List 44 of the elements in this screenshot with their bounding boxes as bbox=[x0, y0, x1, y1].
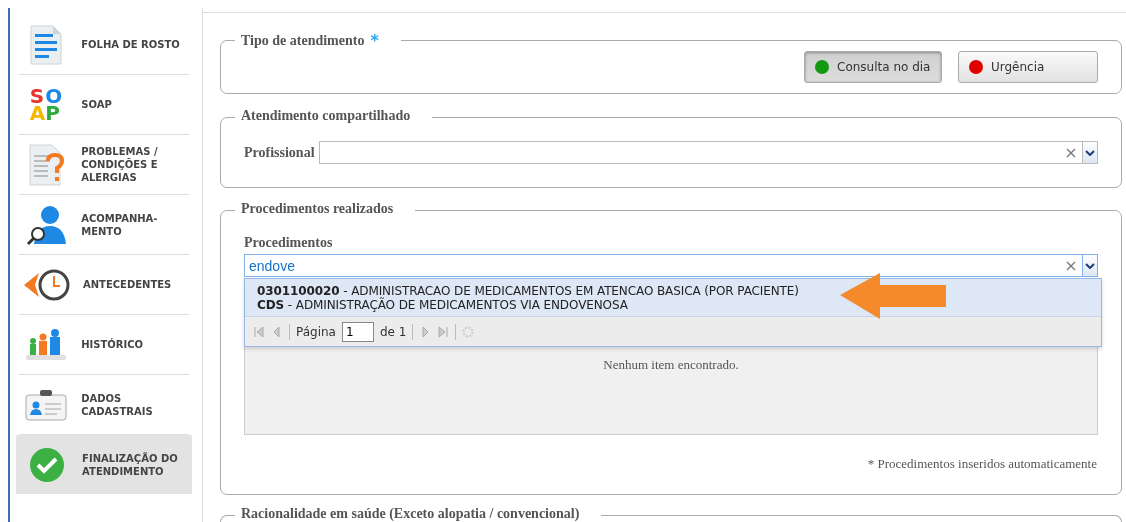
caret-icon bbox=[1085, 149, 1095, 156]
field-label: Procedimentos bbox=[244, 235, 334, 251]
result-option[interactable]: 0301100020 - ADMINISTRACAO DE MEDICAMENTOS EM ATENCAO BASICA (POR PACIENTE) CDS - ADMINISTRAÇÃO DE MEDICAMENTOS VIA ENDOVENOSA bbox=[245, 279, 1101, 316]
check-circle-icon bbox=[28, 446, 65, 483]
caret-icon bbox=[1085, 262, 1095, 269]
section-title: Tipo de atendimento bbox=[241, 32, 365, 49]
sidebar-item[interactable]: ANTECEDENTES bbox=[19, 255, 189, 315]
page-count: de 1 bbox=[379, 324, 407, 339]
document-icon bbox=[29, 23, 64, 66]
section-title: Procedimentos realizados bbox=[241, 201, 394, 217]
id-card-icon bbox=[25, 388, 68, 421]
toggle-button[interactable]: Consulta no dia bbox=[804, 51, 942, 83]
toggle-button[interactable]: Urgência bbox=[958, 51, 1098, 83]
empty-message: Nenhum item encontrado. bbox=[603, 357, 739, 373]
field-label: Profissional bbox=[244, 144, 315, 161]
people-icon bbox=[24, 328, 69, 361]
sidebar-item[interactable]: FINALIZAÇÃO DO ATENDIMENTO bbox=[16, 435, 192, 494]
combo-field[interactable]: endove bbox=[244, 254, 1082, 277]
sidebar-item[interactable]: SO AP SOAP bbox=[19, 75, 189, 135]
soap-logo: SO AP bbox=[29, 87, 63, 122]
page-input[interactable]: 1 bbox=[341, 321, 374, 342]
clear-icon bbox=[1066, 148, 1076, 158]
dropdown-button[interactable] bbox=[1082, 141, 1098, 164]
last-page-icon bbox=[437, 325, 450, 338]
document-question-icon bbox=[28, 142, 65, 187]
sidebar-item[interactable]: ACOMPANHA- MENTO bbox=[19, 195, 189, 255]
sidebar-item[interactable]: PROBLEMAS / CONDIÇÕES E ALERGIAS bbox=[19, 135, 189, 195]
first-page-icon bbox=[253, 325, 265, 338]
clear-icon bbox=[1066, 261, 1076, 271]
person-search-icon bbox=[26, 203, 67, 246]
sidebar-item[interactable]: HISTÓRICO bbox=[19, 315, 189, 375]
clock-back-icon bbox=[23, 267, 71, 302]
result-text: 0301100020 - ADMINISTRACAO DE MEDICAMENTOS EM ATENCAO BASICA (POR PACIENTE) bbox=[257, 284, 800, 298]
refresh-icon bbox=[462, 325, 475, 338]
sidebar-item[interactable]: FOLHA DE ROSTO bbox=[19, 15, 189, 75]
result-text: CDS - ADMINISTRAÇÃO DE MEDICAMENTOS VIA ENDOVENOSA bbox=[257, 298, 629, 312]
previous-page-icon bbox=[271, 325, 283, 338]
section-title: Atendimento compartilhado bbox=[241, 108, 411, 124]
dropdown-button[interactable] bbox=[1082, 254, 1098, 277]
section-title: Racionalidade em saúde (Exceto alopatia / convencional) bbox=[241, 506, 580, 522]
footnote: * Procedimentos inseridos automaticamente bbox=[867, 456, 1097, 472]
required-mark: * bbox=[370, 31, 379, 50]
page-label: Página bbox=[296, 324, 336, 339]
combo-field[interactable] bbox=[318, 141, 1082, 164]
